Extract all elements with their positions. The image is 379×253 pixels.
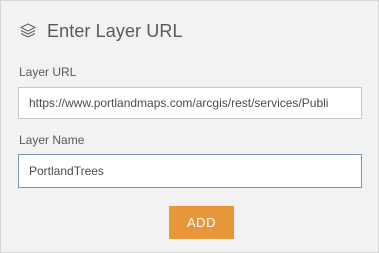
add-button[interactable]: ADD bbox=[169, 206, 234, 239]
layers-icon bbox=[18, 21, 38, 41]
layer-name-label: Layer Name bbox=[19, 133, 85, 147]
panel-header: Enter Layer URL bbox=[18, 19, 183, 43]
layer-url-input[interactable] bbox=[18, 87, 362, 119]
add-layer-panel: Enter Layer URL Layer URL Layer Name ADD bbox=[0, 0, 379, 253]
panel-title: Enter Layer URL bbox=[47, 20, 183, 41]
layer-url-label: Layer URL bbox=[19, 65, 77, 79]
layer-name-input[interactable] bbox=[18, 154, 362, 188]
